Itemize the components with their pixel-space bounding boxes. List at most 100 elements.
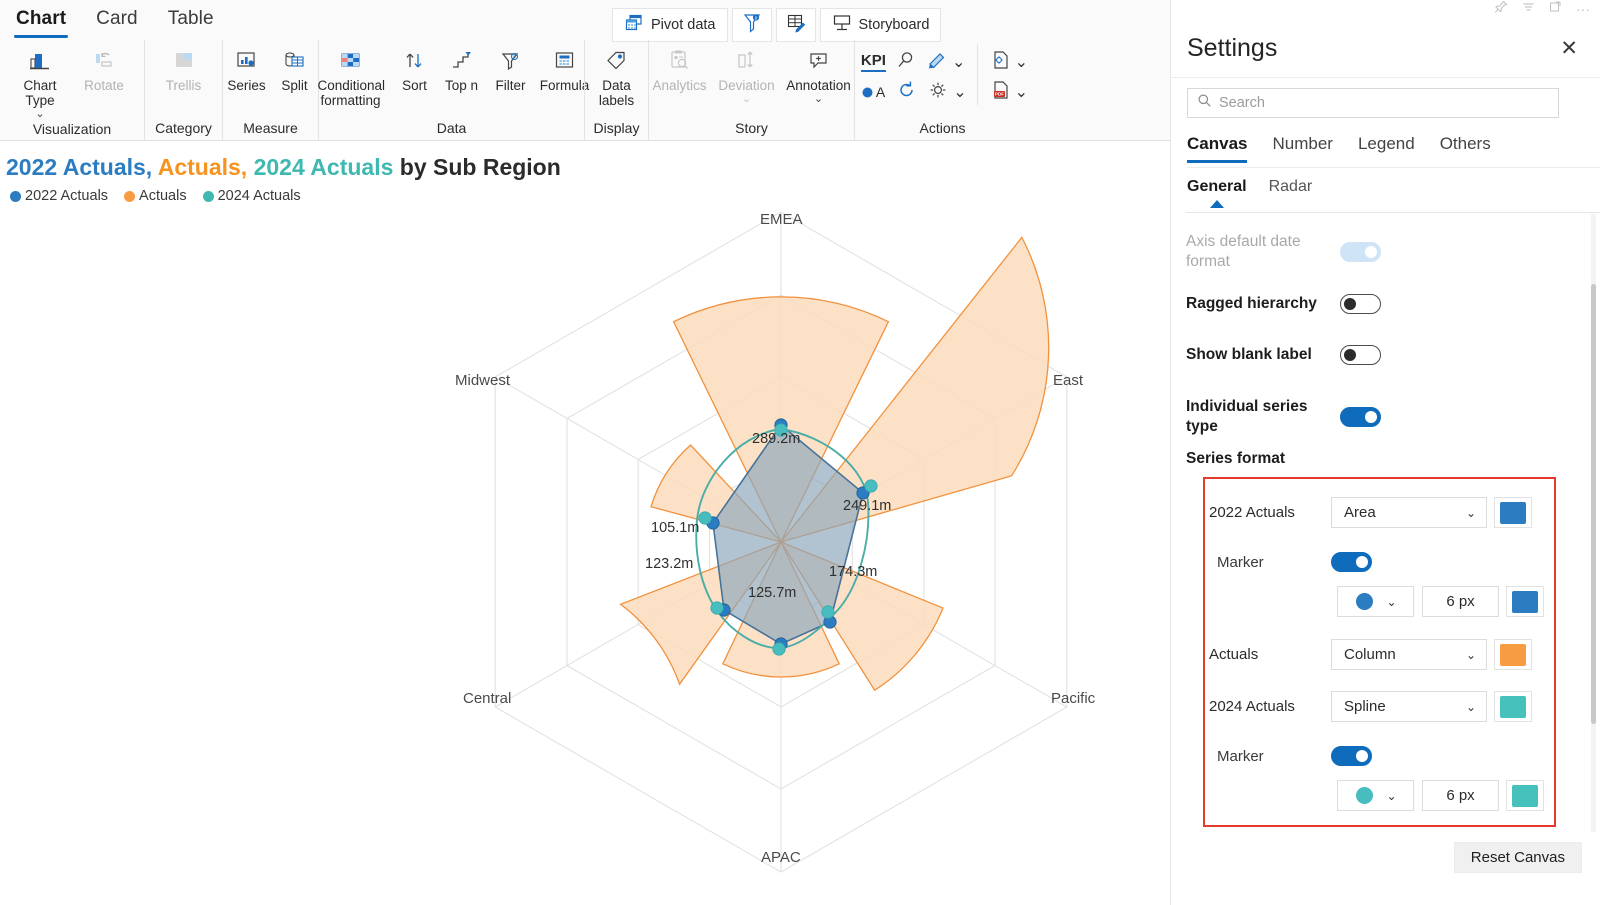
marker-label: Marker <box>1217 747 1264 765</box>
toggle-knob <box>1344 298 1356 310</box>
gear-icon[interactable] <box>927 79 949 106</box>
tab-legend[interactable]: Legend <box>1358 134 1415 162</box>
subtab-radar[interactable]: Radar <box>1269 178 1313 206</box>
subtab-radar-label: Radar <box>1268 178 1313 195</box>
top-n-button[interactable]: Top n <box>438 44 486 95</box>
actions-icon-column-1: KPI ⌄ A ⌄ <box>860 44 967 106</box>
refresh-icon[interactable] <box>896 79 918 106</box>
pivot-data-button[interactable]: Pivot data <box>612 8 728 42</box>
brush-icon[interactable] <box>926 49 948 76</box>
marker-label: Marker <box>1217 553 1264 571</box>
sort-icon <box>402 46 428 76</box>
search-input[interactable]: Search <box>1187 88 1559 118</box>
chart-title-part-2: Actuals, <box>157 154 254 180</box>
series-format-row-marker-2024: Marker <box>1217 746 1372 766</box>
marker-color-swatch-2024-actuals[interactable] <box>1506 780 1544 811</box>
ribbon-group-title-display: Display <box>593 120 640 136</box>
annotation-icon <box>806 46 832 76</box>
export-pdf-icon[interactable]: PDF <box>990 79 1012 106</box>
ribbon-tab-card[interactable]: Card <box>94 5 140 36</box>
scrollbar-thumb[interactable] <box>1591 284 1596 724</box>
marker-toggle-2022-actuals[interactable] <box>1331 552 1372 572</box>
series-color-swatch-2022-actuals[interactable] <box>1494 497 1532 528</box>
marker-color-swatch-2022-actuals[interactable] <box>1506 586 1544 617</box>
chart-type-button[interactable]: Chart Type ⌄ <box>9 44 71 121</box>
data-label-central: 123.2m <box>645 556 694 572</box>
toggle-knob <box>1365 411 1377 423</box>
ribbon-tab-table[interactable]: Table <box>166 5 216 36</box>
analytics-icon <box>667 46 693 76</box>
ribbon-group-title-category: Category <box>155 120 212 136</box>
trellis-button: Category Trellis <box>153 44 215 95</box>
marker-shape-select-2024-actuals[interactable]: ⌄ <box>1337 780 1414 811</box>
toggle-knob <box>1356 556 1368 568</box>
tab-others[interactable]: Others <box>1440 134 1491 162</box>
filter-button[interactable]: 0 Filter <box>488 44 534 95</box>
chart-title-part-4: by Sub Region <box>399 154 561 180</box>
series-name-label: 2024 Actuals <box>1209 698 1295 715</box>
chevron-down-icon[interactable]: ⌄ <box>1015 82 1028 102</box>
legend-item-2024-actuals[interactable]: 2024 Actuals <box>202 188 301 204</box>
series-type-select-2022-actuals[interactable]: Area ⌄ <box>1331 497 1487 528</box>
chevron-down-icon[interactable]: ⌄ <box>953 82 966 102</box>
tab-canvas[interactable]: Canvas <box>1187 134 1248 163</box>
kpi-icon[interactable]: KPI <box>860 52 886 72</box>
pin-icon[interactable] <box>1494 0 1508 18</box>
individual-series-type-toggle[interactable] <box>1340 407 1381 427</box>
series-type-select-2024-actuals[interactable]: Spline ⌄ <box>1331 691 1487 722</box>
ribbon-tab-chart[interactable]: Chart <box>14 5 69 38</box>
formula-label: Formula <box>539 78 590 93</box>
filter-settings-button[interactable]: 0 <box>731 8 772 42</box>
conditional-formatting-label: Conditional formatting <box>317 78 386 108</box>
text-color-icon[interactable]: A <box>861 84 885 100</box>
popout-icon[interactable] <box>1549 0 1562 18</box>
annotation-button[interactable]: Annotation ⌄ <box>782 44 856 106</box>
radar-chart-svg <box>494 211 1068 873</box>
search-icon[interactable] <box>895 49 917 76</box>
marker-toggle-2024-actuals[interactable] <box>1331 746 1372 766</box>
series-type-select-actuals[interactable]: Column ⌄ <box>1331 639 1487 670</box>
ribbon-group-title-story: Story <box>735 120 768 136</box>
main-content-area: Chart Card Table Pivot data 0 Storyboard… <box>0 0 1170 905</box>
series-color-swatch-2024-actuals[interactable] <box>1494 691 1532 722</box>
more-icon[interactable]: ··· <box>1576 2 1590 16</box>
chevron-down-icon[interactable]: ⌄ <box>35 109 44 120</box>
setting-label: Axis default date format <box>1186 233 1301 270</box>
conditional-formatting-button[interactable]: Conditional formatting ⌄ <box>310 44 392 110</box>
list-icon[interactable] <box>1522 0 1535 18</box>
data-labels-button[interactable]: Data labels <box>586 44 648 110</box>
close-icon[interactable]: ✕ <box>1560 38 1578 59</box>
series-color-swatch-actuals[interactable] <box>1494 639 1532 670</box>
ragged-hierarchy-toggle[interactable] <box>1340 294 1381 314</box>
ribbon-group-story: Analytics Deviation ⌄ Annotation ⌄ Story <box>648 40 854 140</box>
series-format-title: Series format <box>1186 450 1286 467</box>
setting-label: Individual series type <box>1186 398 1308 435</box>
reset-canvas-button[interactable]: Reset Canvas <box>1453 842 1582 873</box>
chevron-down-icon: ⌄ <box>741 93 752 105</box>
legend-item-actuals[interactable]: Actuals <box>124 188 187 204</box>
sort-button[interactable]: Sort <box>394 44 436 95</box>
chevron-down-icon[interactable]: ⌄ <box>1015 52 1028 72</box>
chevron-down-icon[interactable]: ⌄ <box>952 52 965 72</box>
document-settings-icon[interactable] <box>990 49 1012 76</box>
formula-icon <box>552 46 578 76</box>
series-format-row-2024-actuals: 2024 Actuals Spline ⌄ <box>1209 691 1532 722</box>
subtab-general[interactable]: General <box>1187 178 1247 208</box>
series-button[interactable]: Series <box>224 44 270 95</box>
panel-scrollbar[interactable] <box>1591 214 1596 832</box>
analytics-button: Analytics <box>648 44 712 95</box>
marker-size-input-2022-actuals[interactable]: 6 px <box>1422 586 1499 617</box>
setting-axis-default-date-format: Axis default date format <box>1186 232 1566 272</box>
legend-item-2022-actuals[interactable]: 2022 Actuals <box>10 188 108 204</box>
marker-shape-select-2022-actuals[interactable]: ⌄ <box>1337 586 1414 617</box>
show-blank-label-toggle[interactable] <box>1340 345 1381 365</box>
storyboard-button[interactable]: Storyboard <box>819 8 942 42</box>
legend-dot <box>10 190 21 202</box>
marker-point <box>864 479 878 493</box>
ribbon-toolbar: Chart Card Table Pivot data 0 Storyboard… <box>0 0 1170 141</box>
chevron-down-icon[interactable]: ⌄ <box>814 94 823 105</box>
radar-chart-plot[interactable]: EMEA East Pacific APAC Central Midwest 2… <box>0 211 1170 905</box>
tab-number[interactable]: Number <box>1272 134 1332 162</box>
marker-size-input-2024-actuals[interactable]: 6 px <box>1422 780 1499 811</box>
edit-table-button[interactable] <box>775 8 816 42</box>
